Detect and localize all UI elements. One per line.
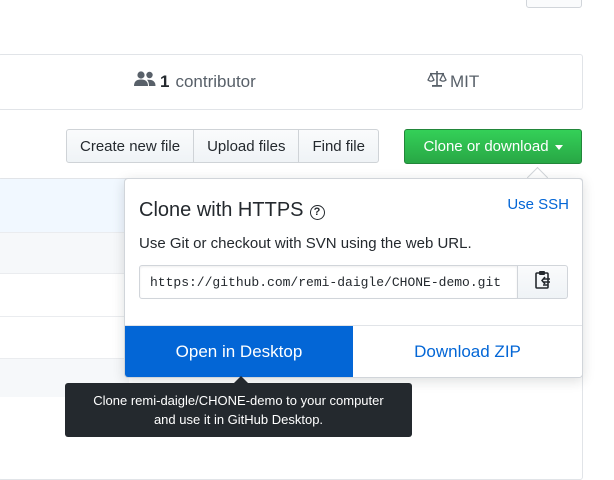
tooltip-line-1: Clone remi-daigle/CHONE-demo to your com… [93,393,384,408]
download-zip-button[interactable]: Download ZIP [353,326,582,377]
desktop-tooltip: Clone remi-daigle/CHONE-demo to your com… [65,383,412,437]
table-row [0,233,129,273]
contributors-link[interactable]: 1 contributor [133,70,256,93]
header-button-stub[interactable] [526,0,582,8]
contributors-count: 1 [160,71,170,91]
people-icon [133,70,157,93]
clone-description: Use Git or checkout with SVN using the w… [139,235,472,252]
tooltip-line-2: and use it in GitHub Desktop. [153,412,324,427]
create-new-file-button[interactable]: Create new file [66,129,195,163]
clipboard-icon [534,270,552,295]
clone-title-text: Clone with HTTPS [139,199,304,221]
row-divider [0,273,128,274]
tooltip-pointer [234,376,248,383]
clone-title: Clone with HTTPS ? [139,199,325,222]
row-divider [0,316,128,317]
caret-down-icon [554,145,563,150]
license-label: MIT [450,71,480,91]
law-icon [427,70,447,93]
latest-commit-row [0,179,129,232]
repo-summary-bar [0,54,583,110]
clone-footer: Open in Desktop Download ZIP [125,325,582,377]
open-in-desktop-button[interactable]: Open in Desktop [125,326,353,377]
use-ssh-link[interactable]: Use SSH [507,196,569,213]
copy-url-button[interactable] [517,265,568,299]
clone-or-download-button[interactable]: Clone or download [404,129,582,164]
contributors-label: contributor [175,71,256,91]
clone-url-input[interactable]: https://github.com/remi-daigle/CHONE-dem… [139,265,518,299]
question-icon[interactable]: ? [309,204,325,220]
license-link[interactable]: MIT [427,70,479,93]
file-actions: Create new file Upload files Find file [66,129,379,163]
upload-files-button[interactable]: Upload files [193,129,300,163]
clone-or-download-label: Clone or download [423,138,549,155]
find-file-button[interactable]: Find file [298,129,379,163]
clone-dropdown: Clone with HTTPS ? Use SSH Use Git or ch… [124,178,583,378]
